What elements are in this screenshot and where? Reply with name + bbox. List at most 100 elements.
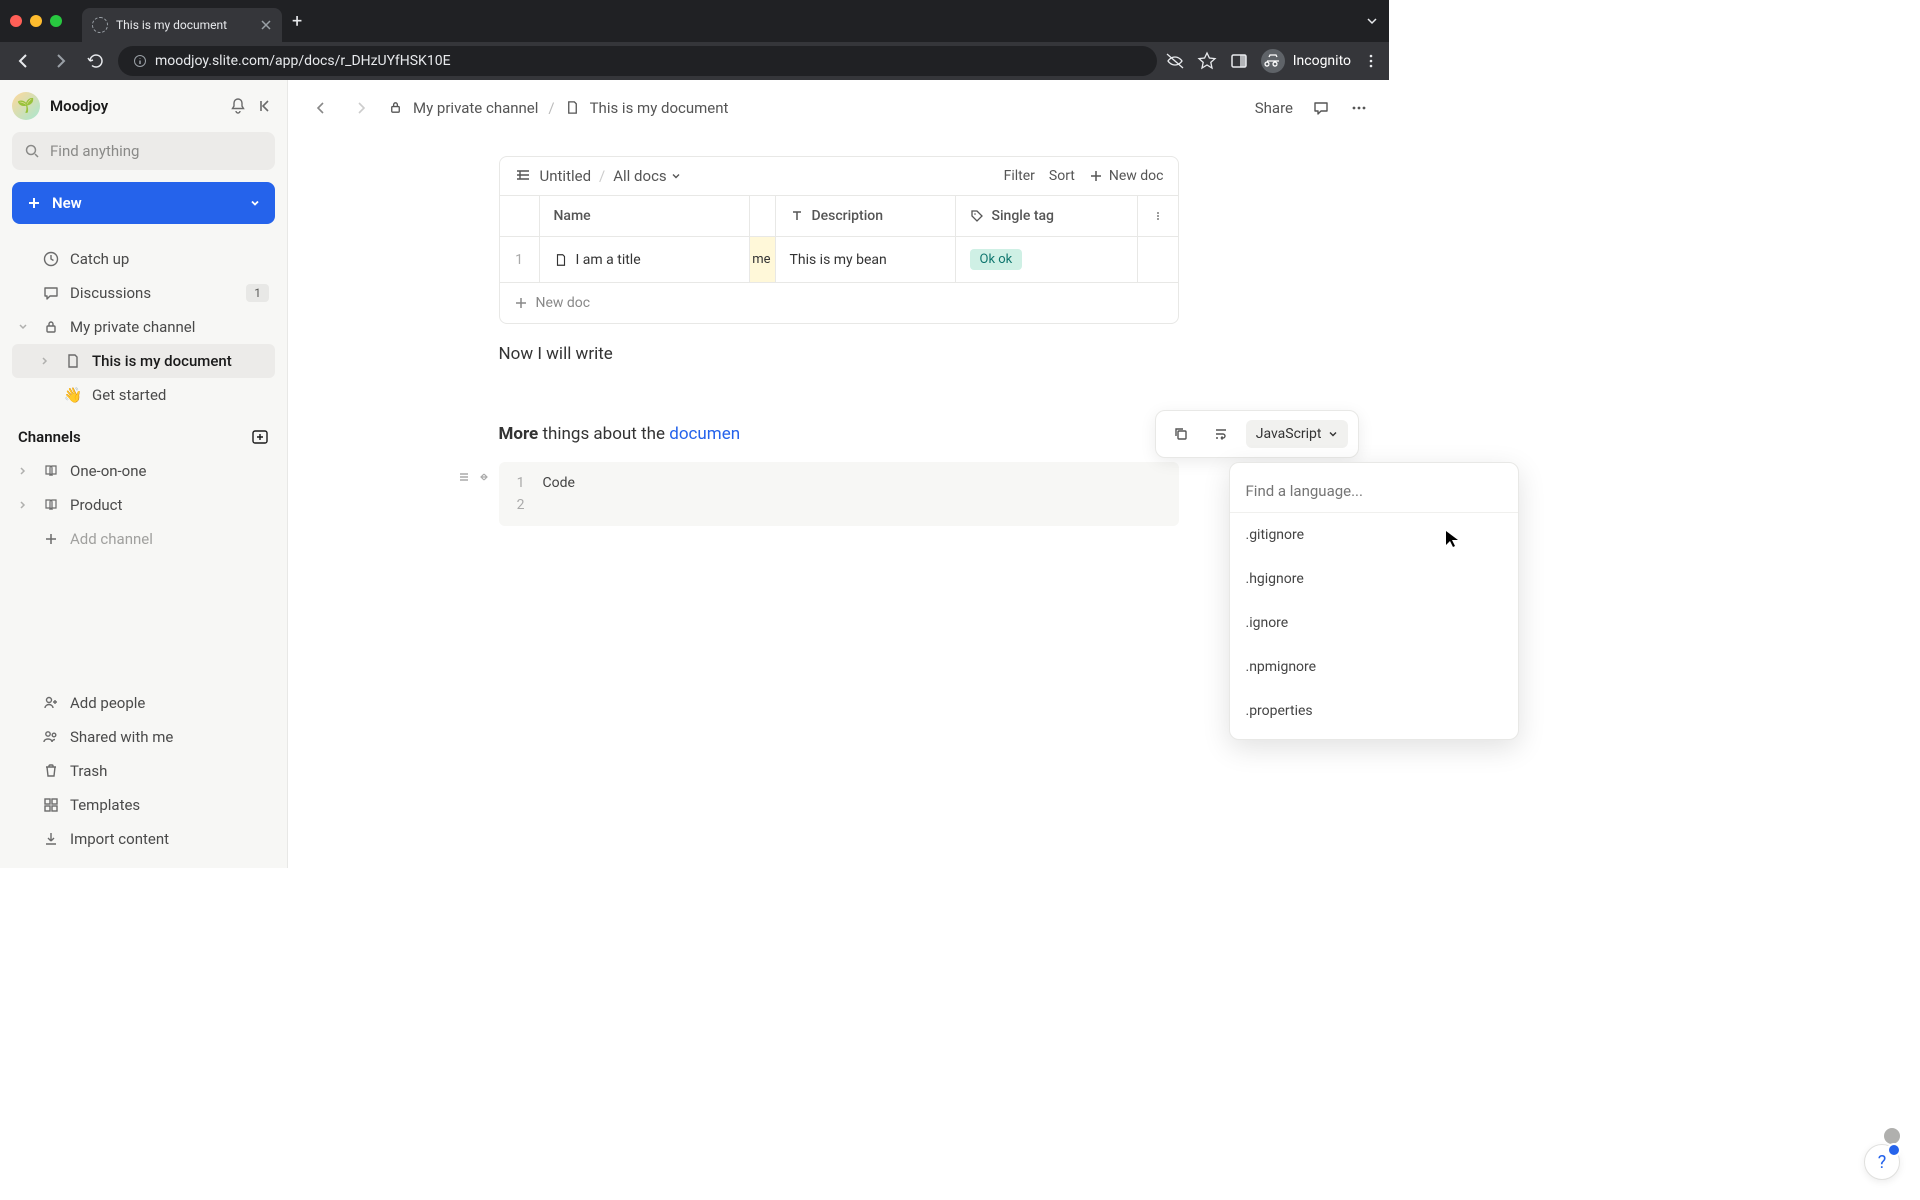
presence-indicator — [1884, 1128, 1900, 1144]
maximize-window-button[interactable] — [50, 15, 62, 27]
table-title[interactable]: Untitled — [540, 167, 592, 185]
column-header-description[interactable]: Description — [776, 196, 956, 236]
browser-tab[interactable]: This is my document — [82, 8, 282, 42]
breadcrumb-channel[interactable]: My private channel — [413, 99, 538, 117]
line-number: 2 — [513, 497, 525, 513]
forward-button[interactable] — [46, 47, 74, 75]
language-option[interactable]: .npmignore — [1230, 645, 1518, 689]
sidebar-item-trash[interactable]: Trash — [12, 754, 275, 788]
add-channel-icon[interactable] — [251, 428, 269, 446]
back-button[interactable] — [10, 47, 38, 75]
sort-button[interactable]: Sort — [1049, 168, 1075, 184]
search-input[interactable]: Find anything — [12, 132, 275, 170]
sidebar: 🌱 Moodjoy Find anything New — [0, 80, 288, 868]
sidebar-item-add-channel[interactable]: Add channel — [12, 522, 275, 556]
share-button[interactable]: Share — [1255, 99, 1293, 117]
language-selector[interactable]: JavaScript — [1246, 420, 1348, 448]
eye-off-icon[interactable] — [1165, 51, 1185, 71]
nav-back-button[interactable] — [308, 95, 334, 121]
language-option[interactable]: .ignore — [1230, 601, 1518, 645]
collapse-sidebar-icon[interactable] — [257, 97, 275, 115]
drag-icon — [457, 470, 471, 484]
window-controls — [10, 15, 62, 27]
sidebar-item-label: My private channel — [70, 318, 195, 336]
copy-code-button[interactable] — [1166, 419, 1196, 449]
paragraph[interactable]: Now I will write — [499, 344, 1179, 364]
expand-chevron-icon[interactable] — [18, 500, 32, 510]
row-number: 1 — [500, 237, 540, 282]
cell-value: me — [752, 252, 770, 267]
reload-button[interactable] — [82, 47, 110, 75]
wrap-code-button[interactable] — [1206, 419, 1236, 449]
chevron-down-icon — [671, 171, 681, 181]
site-info-icon[interactable] — [133, 54, 147, 68]
sidebar-item-templates[interactable]: Templates — [12, 788, 275, 822]
close-tab-button[interactable] — [260, 19, 272, 31]
new-doc-button[interactable]: New doc — [1089, 168, 1164, 184]
cell-value: I am a title — [576, 252, 641, 268]
sidebar-item-current-doc[interactable]: This is my document — [12, 344, 275, 378]
expand-chevron-icon[interactable] — [18, 466, 32, 476]
notifications-icon[interactable] — [229, 97, 247, 115]
expand-chevron-icon[interactable] — [18, 322, 32, 332]
close-window-button[interactable] — [10, 15, 22, 27]
language-dropdown: .gitignore .hgignore .ignore .npmignore … — [1229, 462, 1519, 740]
table-row[interactable]: 1 I am a title me This is my bean Ok o — [500, 236, 1178, 282]
table-toolbar: Untitled / All docs Filter Sort — [500, 157, 1178, 195]
panel-icon[interactable] — [1229, 51, 1249, 71]
sidebar-item-label: Catch up — [70, 250, 129, 268]
sidebar-item-label: Templates — [70, 796, 140, 814]
column-more-button[interactable] — [1138, 196, 1178, 236]
browser-menu-icon[interactable] — [1363, 53, 1379, 69]
sidebar-item-import[interactable]: Import content — [12, 822, 275, 856]
new-button[interactable]: New — [12, 182, 275, 224]
language-option[interactable]: .gitignore — [1230, 513, 1518, 557]
sidebar-item-label: Discussions — [70, 284, 151, 302]
bold-text: More — [499, 424, 539, 444]
plus-icon — [1089, 169, 1103, 183]
sidebar-item-one-on-one[interactable]: One-on-one — [12, 454, 275, 488]
breadcrumb-doc[interactable]: This is my document — [590, 99, 729, 117]
channels-section-header: Channels — [12, 412, 275, 454]
comment-icon[interactable] — [1311, 98, 1331, 118]
filter-button[interactable]: Filter — [1004, 168, 1035, 184]
block-drag-handle[interactable] — [457, 470, 491, 484]
sidebar-item-private-channel[interactable]: My private channel — [12, 310, 275, 344]
address-bar[interactable]: moodjoy.slite.com/app/docs/r_DHzUYfHSK10… — [118, 46, 1157, 76]
more-menu-icon[interactable] — [1349, 98, 1369, 118]
code-block[interactable]: 1 Code 2 — [499, 462, 1179, 526]
download-icon — [42, 830, 60, 848]
minimize-window-button[interactable] — [30, 15, 42, 27]
cell-tag[interactable]: Ok ok — [956, 237, 1138, 282]
tab-dropdown-button[interactable] — [1365, 14, 1379, 28]
view-selector[interactable]: All docs — [613, 167, 680, 185]
cell-description[interactable]: This is my bean — [776, 237, 956, 282]
cell-name[interactable]: I am a title — [540, 237, 750, 282]
incognito-indicator[interactable]: Incognito — [1261, 49, 1351, 73]
help-button[interactable]: ? — [1864, 1144, 1900, 1180]
column-header-tag[interactable]: Single tag — [956, 196, 1138, 236]
workspace-switcher[interactable]: 🌱 Moodjoy — [12, 92, 275, 120]
breadcrumb: My private channel / This is my document — [388, 99, 728, 117]
language-search-input[interactable] — [1246, 482, 1502, 500]
sidebar-item-get-started[interactable]: 👋 Get started — [12, 378, 275, 412]
column-header-name[interactable]: Name — [540, 196, 750, 236]
sidebar-item-shared[interactable]: Shared with me — [12, 720, 275, 754]
line-number: 1 — [513, 475, 525, 491]
sidebar-item-catch-up[interactable]: Catch up — [12, 242, 275, 276]
nav-forward-button[interactable] — [348, 95, 374, 121]
sidebar-item-add-people[interactable]: Add people — [12, 686, 275, 720]
new-tab-button[interactable]: + — [292, 11, 302, 32]
plus-icon — [42, 530, 60, 548]
language-option[interactable]: .hgignore — [1230, 557, 1518, 601]
expand-chevron-icon[interactable] — [40, 356, 54, 366]
separator: / — [599, 167, 605, 185]
browser-toolbar: moodjoy.slite.com/app/docs/r_DHzUYfHSK10… — [0, 42, 1389, 80]
add-row-button[interactable]: New doc — [500, 282, 1178, 323]
paragraph[interactable]: More things about the documen — [499, 424, 1179, 444]
sidebar-item-product[interactable]: Product — [12, 488, 275, 522]
language-search[interactable] — [1230, 469, 1518, 513]
sidebar-item-discussions[interactable]: Discussions 1 — [12, 276, 275, 310]
language-option[interactable]: .properties — [1230, 689, 1518, 733]
bookmark-star-icon[interactable] — [1197, 51, 1217, 71]
